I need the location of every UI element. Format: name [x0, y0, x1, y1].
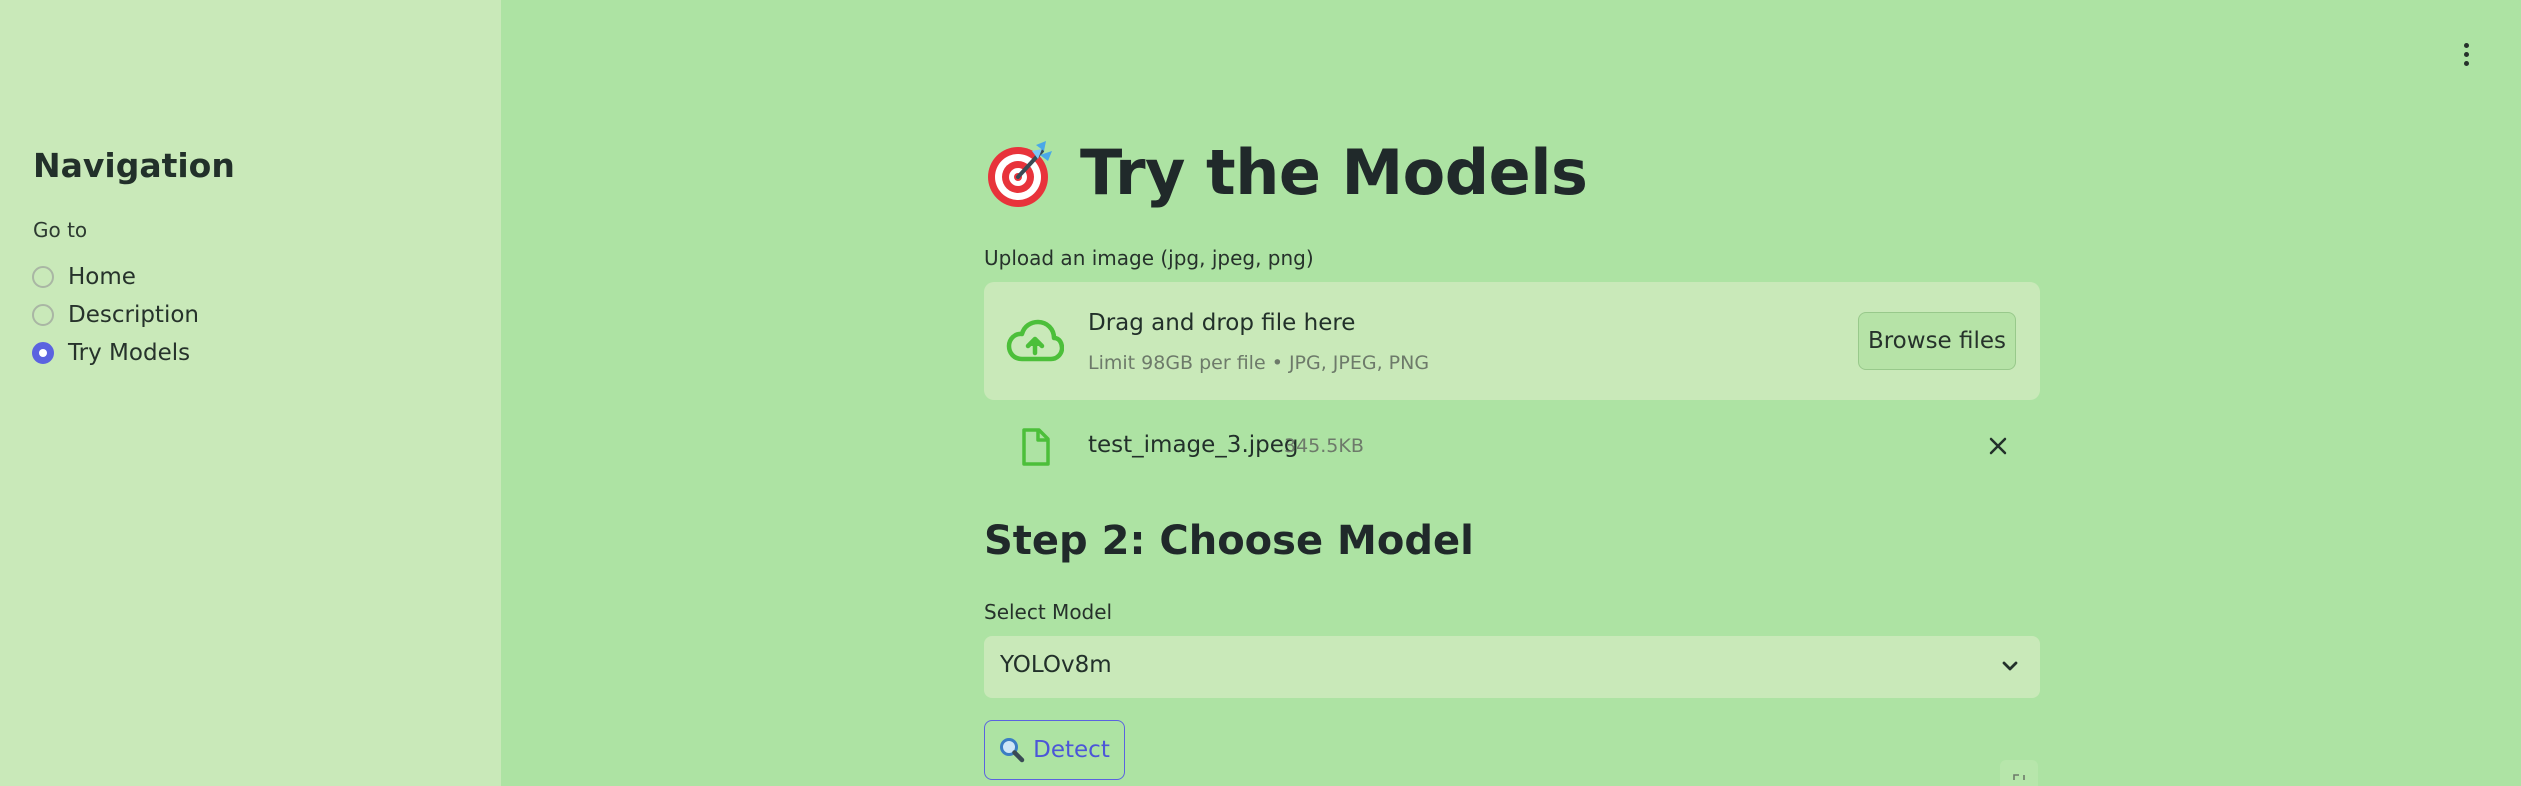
chevron-down-icon — [2002, 661, 2018, 671]
radio-label-description: Description — [68, 302, 199, 328]
upload-label: Upload an image (jpg, jpeg, png) — [984, 246, 1314, 270]
target-dart-icon — [988, 140, 1052, 207]
nav-radio-group: Home Description Try Models — [32, 258, 199, 372]
select-label: Select Model — [984, 600, 1113, 624]
step-2-heading: Step 2: Choose Model — [984, 518, 1474, 564]
file-name: test_image_3.jpeg — [1088, 432, 1299, 458]
cloud-upload-icon — [1006, 319, 1064, 362]
radio-description[interactable]: Description — [32, 296, 199, 334]
radio-button[interactable] — [32, 304, 54, 326]
select-value: YOLOv8m — [1000, 652, 1112, 678]
page-title: Try the Models — [1080, 136, 1588, 209]
radio-label-home: Home — [68, 264, 136, 290]
more-vertical-icon[interactable] — [2452, 36, 2480, 72]
radio-home[interactable]: Home — [32, 258, 199, 296]
sidebar: Navigation Go to Home Description Try Mo… — [0, 0, 501, 786]
radio-group-label: Go to — [33, 218, 88, 242]
page-header: Try the Models — [984, 136, 1588, 209]
browse-files-button[interactable]: Browse files — [1858, 312, 2016, 370]
dropzone-title: Drag and drop file here — [1088, 310, 1356, 336]
close-icon[interactable] — [1986, 434, 2010, 458]
file-size: 345.5KB — [1284, 435, 1364, 457]
radio-try-models[interactable]: Try Models — [32, 334, 199, 372]
detect-button[interactable]: Detect — [984, 720, 1125, 780]
dropzone-subtitle: Limit 98GB per file • JPG, JPEG, PNG — [1088, 352, 1430, 374]
detect-label: Detect — [1033, 737, 1110, 763]
radio-button-selected[interactable] — [32, 342, 54, 364]
model-select[interactable]: YOLOv8m — [984, 636, 2040, 698]
fullscreen-icon[interactable] — [2000, 760, 2038, 786]
app: Navigation Go to Home Description Try Mo… — [0, 0, 2521, 786]
radio-label-try-models: Try Models — [68, 340, 191, 366]
uploaded-file-item: test_image_3.jpeg 345.5KB — [984, 420, 2040, 476]
expand-icon — [2013, 774, 2025, 780]
file-dropzone[interactable]: Drag and drop file here Limit 98GB per f… — [984, 282, 2040, 400]
radio-button[interactable] — [32, 266, 54, 288]
magnifier-icon — [1000, 738, 1025, 763]
sidebar-title: Navigation — [33, 146, 235, 185]
file-icon — [1022, 428, 1050, 466]
